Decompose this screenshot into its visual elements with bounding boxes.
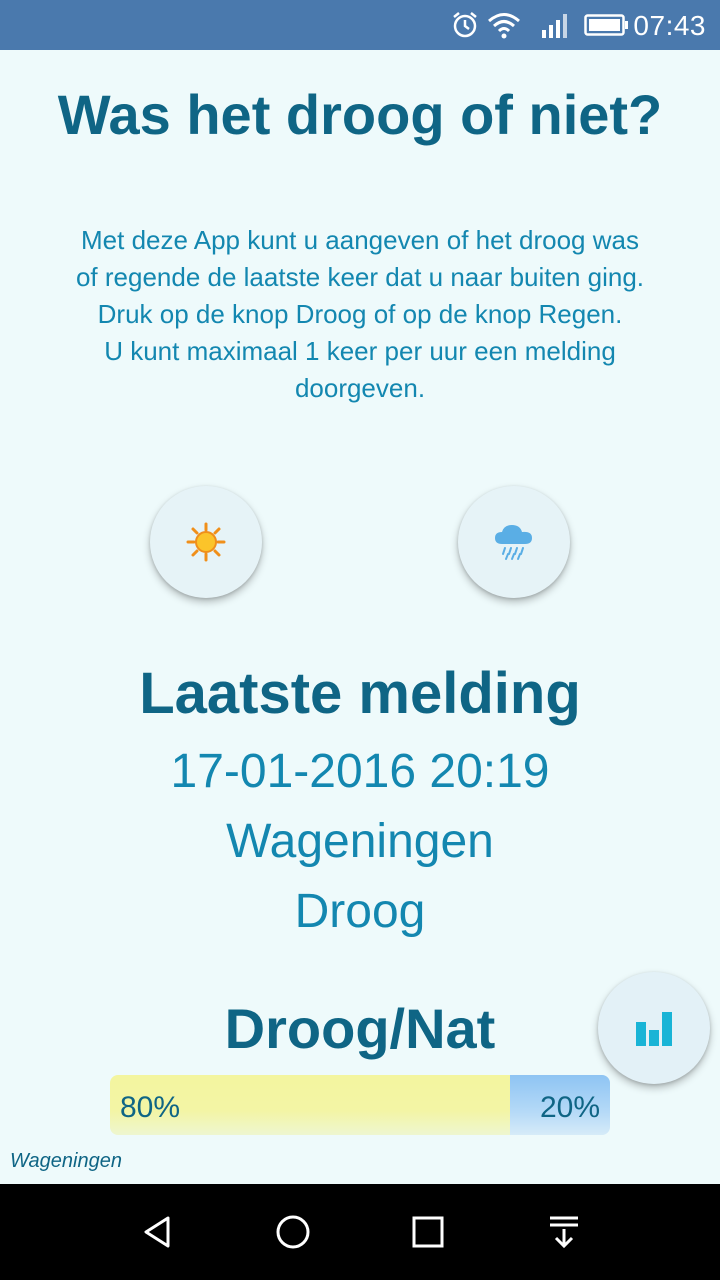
recent-apps-icon[interactable] (408, 1212, 448, 1252)
alarm-icon (453, 12, 477, 38)
notification-drawer-icon[interactable] (544, 1212, 584, 1252)
sun-icon (186, 522, 226, 562)
intro-line: doorgeven. (294, 373, 426, 403)
dry-button[interactable] (150, 486, 262, 598)
last-report-datetime: 17-01-2016 20:19 (170, 745, 550, 798)
back-icon[interactable] (138, 1212, 178, 1252)
home-icon[interactable] (273, 1212, 313, 1252)
status-bar: 07:43 (0, 0, 720, 50)
navigation-bar (0, 1184, 720, 1280)
wet-segment: 20% (510, 1075, 610, 1135)
dry-segment: 80% (110, 1075, 510, 1135)
intro-text: Met deze App kunt u aangeven of het droo… (20, 222, 700, 407)
last-report-status: Droog (294, 885, 426, 938)
wifi-icon (488, 13, 520, 39)
intro-line: U kunt maximaal 1 keer per uur een meldi… (104, 336, 616, 366)
dry-percentage: 80% (120, 1091, 181, 1124)
statistics-button[interactable] (598, 972, 710, 1084)
page-title: Was het droog of niet? (57, 83, 663, 146)
intro-line: of regende de laatste keer dat u naar bu… (75, 262, 645, 292)
wet-percentage: 20% (539, 1091, 600, 1124)
dry-wet-ratio-bar: 80% 20% (110, 1075, 610, 1135)
footer-location: Wageningen (10, 1150, 122, 1172)
intro-line: Met deze App kunt u aangeven of het droo… (81, 225, 639, 255)
intro-line: Druk op de knop Droog of op de knop Rege… (97, 299, 623, 329)
battery-icon (584, 14, 628, 36)
clock: 07:43 (633, 10, 706, 41)
bar-chart-icon (636, 1012, 672, 1046)
last-report-heading: Laatste melding (139, 661, 581, 726)
last-report-place: Wageningen (226, 815, 494, 868)
signal-icon (542, 14, 567, 38)
rain-cloud-icon (495, 525, 532, 560)
rain-button[interactable] (458, 486, 570, 598)
